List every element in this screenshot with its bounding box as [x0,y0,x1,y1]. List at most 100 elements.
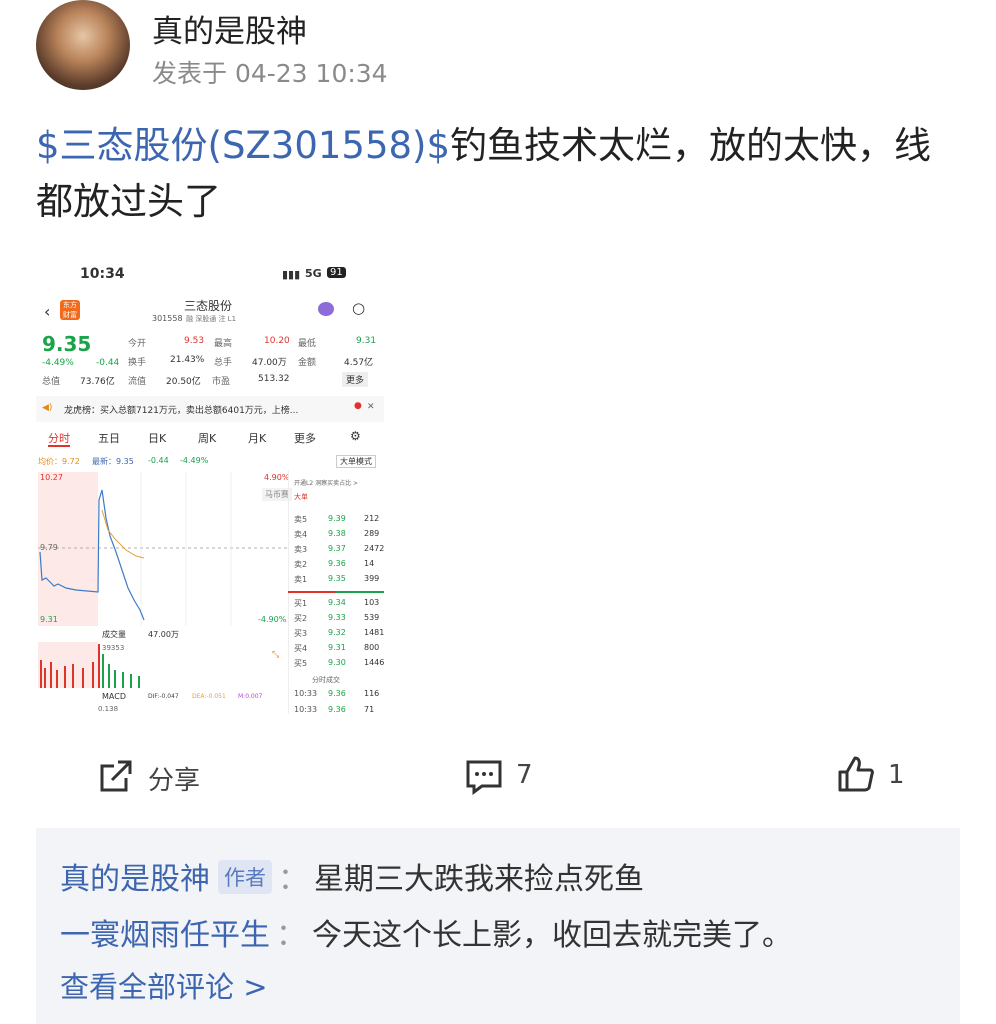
trade-volume: 116 [364,689,380,698]
y-axis-mid: 9.79 [40,543,58,552]
stock-tag-link[interactable]: $三态股份(SZ301558)$ [36,124,450,167]
comment-text: 星期三大跌我来捡点死鱼 [314,862,644,897]
latest-pct: -4.49% [180,456,209,465]
bid-label: 买5 [294,659,308,668]
stat-value: 21.43% [170,355,205,365]
ask-price: 9.38 [328,529,346,538]
stat-label: 总手 [214,358,233,368]
volume-chart: 39353 [38,642,140,688]
bid-label: 买3 [294,629,308,638]
stock-screenshot-image[interactable]: 10:34 ▮▮▮ 5G 91 ‹ 东方 财富 三态股份 301558 融 深股通… [36,258,384,714]
bid-volume: 539 [364,613,380,622]
y-axis-bottom: 9.31 [40,615,58,624]
ask-price: 9.35 [328,574,346,583]
ask-label: 卖2 [294,560,308,569]
comment-icon[interactable] [464,756,504,796]
stat-label: 总值 [42,377,61,387]
comment-count[interactable]: 7 [516,760,533,790]
volume-label[interactable]: 成交量 [102,629,126,640]
battery-icon: 91 [327,267,346,278]
bid-price: 9.32 [328,628,346,637]
ask-price: 9.36 [328,559,346,568]
settings-icon[interactable]: ⚙ [350,429,361,443]
bid-volume: 800 [364,643,380,652]
tab-more[interactable]: 更多 [294,430,316,446]
stat-label: 换手 [128,358,147,368]
comment-separator: ： [276,918,306,953]
macd-label[interactable]: MACD [102,692,126,701]
notice-dot-icon: ● [354,401,362,411]
bid-price: 9.34 [328,598,346,607]
stock-name: 三态股份 [184,299,233,313]
stat-label: 市盈 [212,377,231,387]
l2-hint[interactable]: 开通L2 洞察买卖占比 > [294,478,358,487]
like-icon[interactable] [836,754,876,794]
network-label: 5G [305,267,322,280]
bid-label: 买4 [294,644,308,653]
y-axis-top: 10.27 [40,473,63,482]
speaker-icon: ◀) [42,403,53,413]
author-avatar[interactable] [36,0,130,90]
assistant-icon[interactable] [318,302,334,316]
stat-label: 金额 [298,358,317,368]
expand-icon[interactable]: ⤡ [272,650,279,660]
signal-icon: ▮▮▮ [282,268,301,281]
notice-close-icon[interactable]: ✕ [367,402,375,412]
share-button[interactable]: 分享 [148,760,200,797]
comment-author[interactable]: 一寰烟雨任平生 [60,918,270,953]
trades-title: 分时成交 [312,676,340,684]
change-pct: -4.49% [42,358,74,368]
post-time: 发表于 04-23 10:34 [152,59,388,88]
back-icon[interactable]: ‹ [44,302,50,321]
latest-change: -0.44 [148,456,169,465]
ask-label: 卖3 [294,545,308,554]
ask-volume: 14 [364,559,375,568]
comment-item[interactable]: 真的是股神 作者：星期三大跌我来捡点死鱼 [60,854,644,898]
comment-item[interactable]: 一寰烟雨任平生：今天这个长上影，收回去就完美了。 [60,910,792,954]
comment-separator: ： [278,862,308,897]
tab-intraday[interactable]: 分时 [48,430,70,446]
stat-value: 513.32 [258,374,290,384]
volume-value: 47.00万 [148,630,179,639]
comment-text: 今天这个长上影，收回去就完美了。 [312,918,792,953]
view-all-comments-link[interactable]: 查看全部评论 > [60,964,268,1006]
tab-week-k[interactable]: 周K [198,430,216,446]
ask-volume: 399 [364,574,380,583]
ask-label: 卖4 [294,530,308,539]
pct-axis-top: 4.90% [264,473,288,482]
ask-bid-divider [288,591,384,593]
bid-price: 9.30 [328,658,346,667]
stat-label: 最低 [298,339,317,349]
post-text-line2: 都放过头了 [36,180,221,223]
bid-price: 9.33 [328,613,346,622]
change-abs: -0.44 [96,358,120,368]
trade-label: 10:33 [294,689,318,698]
stat-value: 9.31 [356,336,377,346]
ask-label: 卖1 [294,575,308,584]
notice-text: 龙虎榜：买入总额7121万元，卖出总额6401万元，上榜... [64,406,299,416]
more-stats-button[interactable]: 更多 [342,372,369,387]
stat-label: 流值 [128,377,147,387]
like-count[interactable]: 1 [888,760,905,790]
macd-m: M:0.007 [238,693,263,700]
trade-price: 9.36 [328,705,346,714]
intraday-price-chart[interactable]: 10.27 9.79 9.31 4.90% -4.90% [36,470,288,628]
ask-price: 9.39 [328,514,346,523]
comment-author[interactable]: 真的是股神 [60,862,210,897]
tab-month-k[interactable]: 月K [248,430,266,446]
current-price: 9.35 [42,332,92,356]
macd-dif: DIF:-0.047 [148,693,179,700]
author-name[interactable]: 真的是股神 [152,6,307,51]
search-icon[interactable]: ○ [352,299,365,317]
big-order-mode-button[interactable]: 大单模式 [336,455,376,468]
share-icon[interactable] [96,756,136,796]
tab-day-k[interactable]: 日K [148,430,166,446]
active-tab-indicator [48,445,70,447]
macd-value: 0.138 [98,705,119,713]
post-text: $三态股份(SZ301558)$钓鱼技术太烂，放的太快，线 都放过头了 [36,118,966,230]
bid-price: 9.31 [328,643,346,652]
volume-bars-down [102,654,140,688]
trade-volume: 71 [364,705,375,714]
tab-five-day[interactable]: 五日 [98,430,120,446]
bid-label: 买2 [294,614,308,623]
